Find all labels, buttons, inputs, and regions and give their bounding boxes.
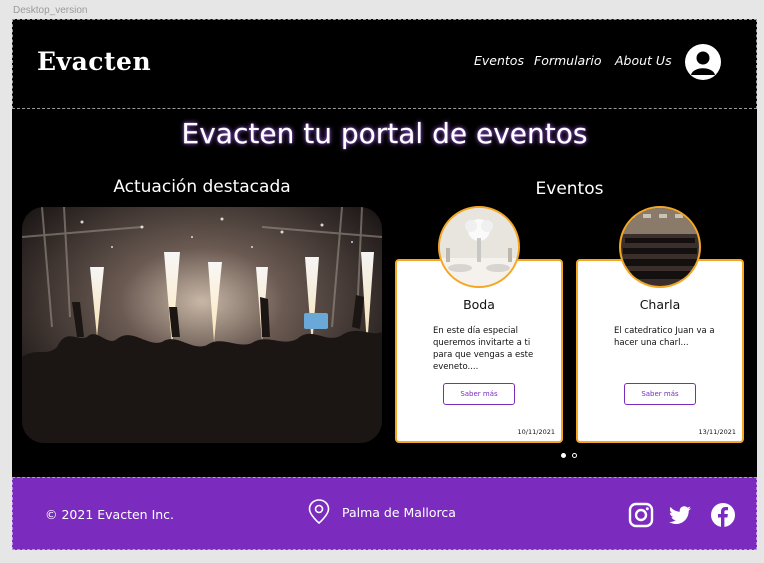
location-text: Palma de Mallorca (342, 505, 456, 520)
copyright: © 2021 Evacten Inc. (45, 507, 175, 522)
carousel-dot-1[interactable] (561, 453, 566, 458)
event-description: En este día especial queremos invitarte … (433, 326, 534, 372)
featured-concert-image[interactable] (22, 207, 382, 443)
events-title: Eventos (535, 179, 604, 199)
instagram-icon[interactable] (628, 502, 654, 528)
event-date: 10/11/2021 (517, 428, 555, 436)
page-title: Evacten tu portal de eventos (181, 117, 588, 150)
saber-mas-button[interactable]: Saber más (443, 383, 515, 405)
carousel-dot-2[interactable] (572, 453, 577, 458)
main-section: Evacten tu portal de eventos Actuación d… (12, 109, 757, 477)
wedding-image (438, 206, 520, 288)
event-name: Boda (463, 297, 495, 312)
user-circle-icon[interactable] (685, 44, 721, 80)
facebook-icon[interactable] (710, 502, 736, 528)
footer: © 2021 Evacten Inc. Palma de Mallorca (12, 477, 757, 550)
event-date: 13/11/2021 (698, 428, 736, 436)
carousel-dots (561, 453, 577, 458)
event-name: Charla (639, 297, 681, 312)
featured-title: Actuación destacada (113, 177, 291, 197)
header: Evacten Eventos Formulario About Us (12, 19, 757, 109)
twitter-icon[interactable] (667, 502, 693, 528)
logo[interactable]: Evacten (37, 47, 151, 76)
location-pin-icon (308, 499, 330, 525)
saber-mas-button[interactable]: Saber más (624, 383, 696, 405)
frame-label: Desktop_version (13, 5, 88, 16)
nav-formulario[interactable]: Formulario (534, 53, 601, 68)
nav-eventos[interactable]: Eventos (474, 53, 524, 68)
auditorium-image (619, 206, 701, 288)
nav-about-us[interactable]: About Us (615, 53, 672, 68)
event-description: El catedratico Juan va a hacer una charl… (614, 326, 715, 348)
